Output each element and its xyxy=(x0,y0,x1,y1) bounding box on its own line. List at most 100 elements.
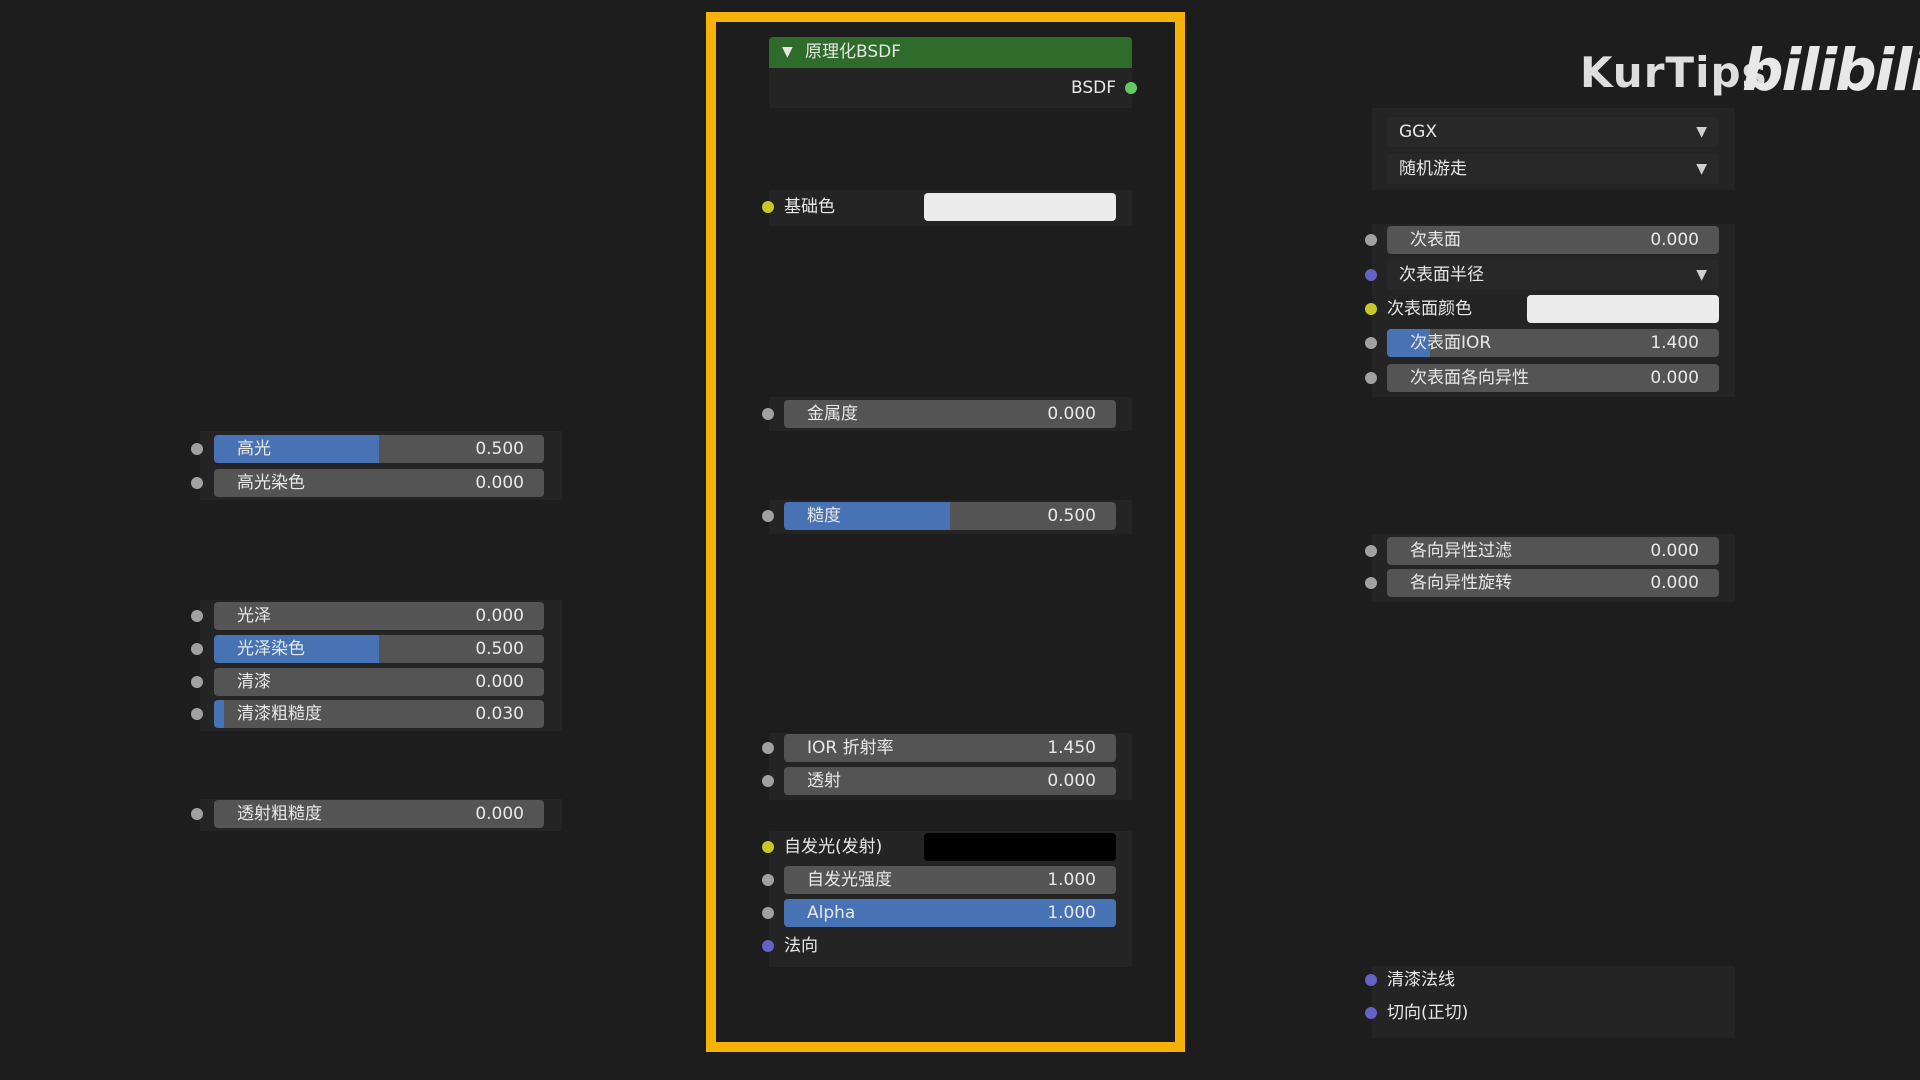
clearcoat-roughness-label: 清漆粗糙度 xyxy=(237,704,322,724)
metallic-socket[interactable] xyxy=(762,408,774,420)
specular-tint-socket[interactable] xyxy=(191,477,203,489)
emission-label: 自发光(发射) xyxy=(784,837,883,857)
emission-strength-slider[interactable]: 自发光强度 1.000 xyxy=(784,866,1116,894)
subsurface-radius-dropdown[interactable]: 次表面半径 ▼ xyxy=(1387,260,1719,290)
subsurface-anisotropy-socket[interactable] xyxy=(1365,372,1377,384)
bilibili-logo: bilibili xyxy=(1742,36,1920,104)
bsdf-output-socket[interactable] xyxy=(1125,82,1137,94)
ior-slider[interactable]: IOR 折射率 1.450 xyxy=(784,734,1116,762)
ior-socket[interactable] xyxy=(762,742,774,754)
roughness-value: 0.500 xyxy=(1047,506,1096,526)
transmission-value: 0.000 xyxy=(1047,771,1096,791)
subsurface-anisotropy-value: 0.000 xyxy=(1650,368,1699,388)
transmission-label: 透射 xyxy=(807,771,841,791)
subsurface-method-value: 随机游走 xyxy=(1399,159,1467,179)
anisotropic-rotation-slider[interactable]: 各向异性旋转 0.000 xyxy=(1387,569,1719,597)
emission-strength-socket[interactable] xyxy=(762,874,774,886)
emission-color-swatch[interactable] xyxy=(924,833,1116,861)
principled-bsdf-node-header[interactable]: ▼ 原理化BSDF xyxy=(769,37,1132,68)
tangent-label: 切向(正切) xyxy=(1387,1003,1469,1023)
anisotropic-slider[interactable]: 各向异性过滤 0.000 xyxy=(1387,537,1719,565)
clearcoat-slider[interactable]: 清漆 0.000 xyxy=(214,668,544,696)
chevron-down-icon: ▼ xyxy=(1696,161,1707,177)
metallic-label: 金属度 xyxy=(807,404,858,424)
subsurface-ior-label: 次表面IOR xyxy=(1410,333,1492,353)
clearcoat-roughness-socket[interactable] xyxy=(191,708,203,720)
anisotropic-rotation-label: 各向异性旋转 xyxy=(1410,573,1512,593)
specular-slider[interactable]: 高光 0.500 xyxy=(214,435,544,463)
emission-socket[interactable] xyxy=(762,841,774,853)
alpha-slider[interactable]: Alpha 1.000 xyxy=(784,899,1116,927)
roughness-socket[interactable] xyxy=(762,510,774,522)
normal-socket[interactable] xyxy=(762,940,774,952)
node-title: 原理化BSDF xyxy=(805,42,902,62)
specular-tint-slider[interactable]: 高光染色 0.000 xyxy=(214,469,544,497)
clearcoat-label: 清漆 xyxy=(237,672,271,692)
sheen-tint-label: 光泽染色 xyxy=(237,639,305,659)
subsurface-value: 0.000 xyxy=(1650,230,1699,250)
clearcoat-roughness-value: 0.030 xyxy=(475,704,524,724)
clearcoat-roughness-slider[interactable]: 清漆粗糙度 0.030 xyxy=(214,700,544,728)
highlight-frame xyxy=(706,12,1185,1052)
specular-socket[interactable] xyxy=(191,443,203,455)
sheen-tint-socket[interactable] xyxy=(191,643,203,655)
clearcoat-roughness-slider-fill xyxy=(214,700,224,728)
specular-tint-label: 高光染色 xyxy=(237,473,305,493)
specular-value: 0.500 xyxy=(475,439,524,459)
subsurface-anisotropy-slider[interactable]: 次表面各向异性 0.000 xyxy=(1387,364,1719,392)
base-color-label: 基础色 xyxy=(784,197,835,217)
base-color-socket[interactable] xyxy=(762,201,774,213)
base-color-swatch[interactable] xyxy=(924,193,1116,221)
subsurface-ior-socket[interactable] xyxy=(1365,337,1377,349)
subsurface-ior-slider[interactable]: 次表面IOR 1.400 xyxy=(1387,329,1719,357)
subsurface-method-dropdown[interactable]: 随机游走 ▼ xyxy=(1387,154,1719,184)
clearcoat-value: 0.000 xyxy=(475,672,524,692)
chevron-down-icon: ▼ xyxy=(1696,267,1707,283)
clearcoat-normal-socket[interactable] xyxy=(1365,974,1377,986)
bsdf-output-label: BSDF xyxy=(1070,78,1116,98)
anisotropic-value: 0.000 xyxy=(1650,541,1699,561)
specular-label: 高光 xyxy=(237,439,271,459)
distribution-dropdown[interactable]: GGX ▼ xyxy=(1387,117,1719,147)
emission-strength-value: 1.000 xyxy=(1047,870,1096,890)
anisotropic-rotation-value: 0.000 xyxy=(1650,573,1699,593)
subsurface-color-socket[interactable] xyxy=(1365,303,1377,315)
alpha-socket[interactable] xyxy=(762,907,774,919)
subsurface-color-swatch[interactable] xyxy=(1527,295,1719,323)
clearcoat-socket[interactable] xyxy=(191,676,203,688)
transmission-roughness-socket[interactable] xyxy=(191,808,203,820)
transmission-roughness-label: 透射粗糙度 xyxy=(237,804,322,824)
transmission-roughness-value: 0.000 xyxy=(475,804,524,824)
metallic-slider[interactable]: 金属度 0.000 xyxy=(784,400,1116,428)
ior-value: 1.450 xyxy=(1047,738,1096,758)
anisotropic-label: 各向异性过滤 xyxy=(1410,541,1512,561)
emission-strength-label: 自发光强度 xyxy=(807,870,892,890)
transmission-slider[interactable]: 透射 0.000 xyxy=(784,767,1116,795)
sheen-slider[interactable]: 光泽 0.000 xyxy=(214,602,544,630)
chevron-down-icon: ▼ xyxy=(1696,124,1707,140)
roughness-slider[interactable]: 糙度 0.500 xyxy=(784,502,1116,530)
transmission-roughness-slider[interactable]: 透射粗糙度 0.000 xyxy=(214,800,544,828)
roughness-label: 糙度 xyxy=(807,506,841,526)
sheen-tint-slider[interactable]: 光泽染色 0.500 xyxy=(214,635,544,663)
anisotropic-socket[interactable] xyxy=(1365,545,1377,557)
alpha-label: Alpha xyxy=(807,903,856,923)
subsurface-radius-label: 次表面半径 xyxy=(1399,265,1484,285)
sheen-socket[interactable] xyxy=(191,610,203,622)
subsurface-color-label: 次表面颜色 xyxy=(1387,299,1472,319)
transmission-socket[interactable] xyxy=(762,775,774,787)
subsurface-label: 次表面 xyxy=(1410,230,1461,250)
channel-watermark: KurTips xyxy=(1580,48,1768,97)
normal-label: 法向 xyxy=(784,936,818,956)
collapse-chevron-icon[interactable]: ▼ xyxy=(782,37,793,68)
subsurface-slider[interactable]: 次表面 0.000 xyxy=(1387,226,1719,254)
sheen-value: 0.000 xyxy=(475,606,524,626)
subsurface-socket[interactable] xyxy=(1365,234,1377,246)
sheen-tint-value: 0.500 xyxy=(475,639,524,659)
anisotropic-rotation-socket[interactable] xyxy=(1365,577,1377,589)
specular-tint-value: 0.000 xyxy=(475,473,524,493)
tangent-socket[interactable] xyxy=(1365,1007,1377,1019)
subsurface-radius-socket[interactable] xyxy=(1365,269,1377,281)
alpha-value: 1.000 xyxy=(1047,903,1096,923)
sheen-label: 光泽 xyxy=(237,606,271,626)
